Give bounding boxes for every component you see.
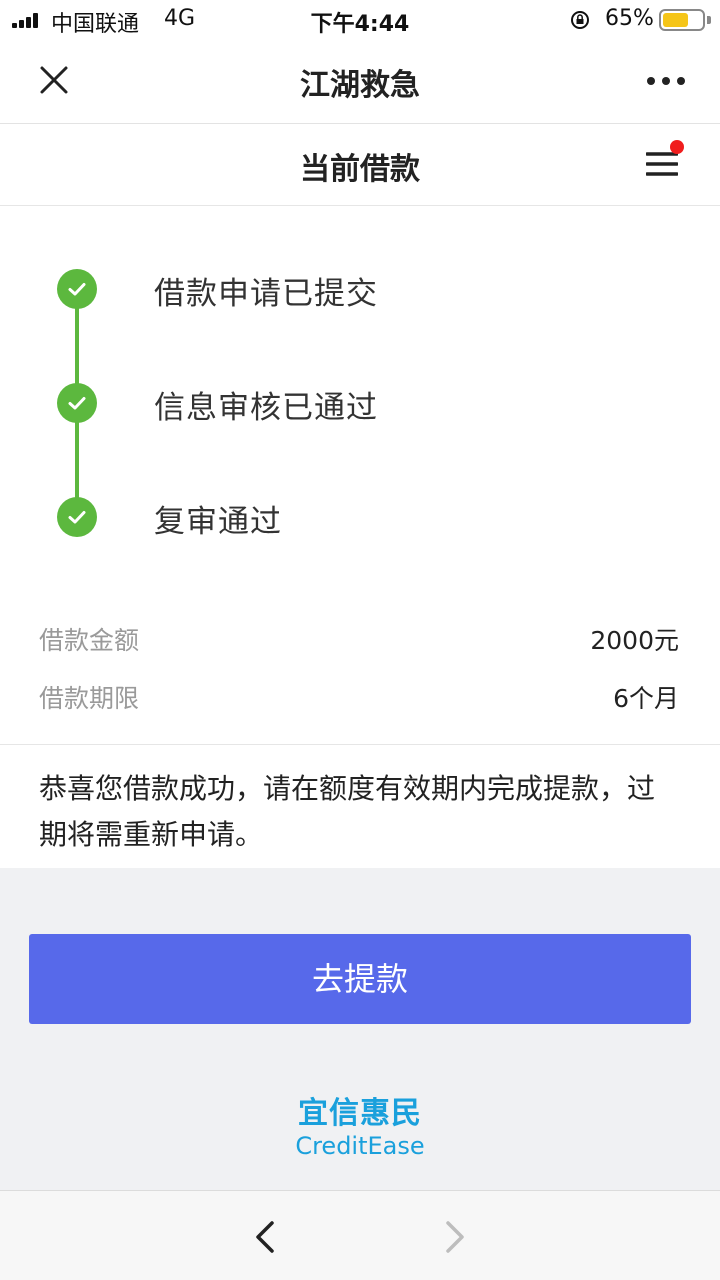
step-submitted: 借款申请已提交	[0, 264, 720, 314]
back-arrow-icon[interactable]	[250, 1217, 280, 1257]
check-circle-icon	[57, 269, 97, 309]
battery-tip	[707, 16, 711, 24]
check-circle-icon	[57, 383, 97, 423]
step-reviewed: 信息审核已通过	[0, 378, 720, 428]
battery-icon	[659, 9, 705, 31]
browser-toolbar	[0, 1190, 720, 1280]
more-options-icon[interactable]	[646, 76, 686, 86]
loan-term-label: 借款期限	[39, 684, 140, 713]
check-circle-icon	[57, 497, 97, 537]
forward-arrow-icon[interactable]	[440, 1217, 470, 1257]
battery-percent: 65%	[605, 6, 654, 31]
withdraw-button[interactable]: 去提款	[29, 934, 691, 1024]
step-label: 复审通过	[154, 504, 282, 540]
loan-amount-label: 借款金额	[39, 626, 140, 655]
success-message: 恭喜您借款成功，请在额度有效期内完成提款，过期将需重新申请。	[39, 772, 656, 851]
loan-amount-value: 2000元	[590, 626, 679, 655]
rotation-lock-icon	[571, 11, 589, 29]
step-label: 借款申请已提交	[154, 276, 378, 312]
menu-icon[interactable]	[646, 150, 678, 178]
step-re-reviewed: 复审通过	[0, 492, 720, 542]
notification-dot	[670, 140, 684, 154]
brand-name-en: CreditEase	[295, 1132, 425, 1160]
divider	[0, 744, 720, 745]
page-header: 当前借款	[0, 124, 720, 206]
brand-name-cn: 宜信惠民	[298, 1096, 422, 1131]
battery-level	[663, 13, 688, 27]
nav-title: 江湖救急	[300, 68, 420, 103]
loan-term-value: 6个月	[613, 684, 679, 713]
creditease-logo: 宜信惠民 CreditEase	[0, 1096, 720, 1160]
page-title: 当前借款	[300, 152, 420, 187]
loan-term-row: 借款期限 6个月	[0, 679, 720, 719]
loan-amount-row: 借款金额 2000元	[0, 621, 720, 661]
status-bar: 中国联通 4G 下午4:44 65%	[0, 0, 720, 40]
step-label: 信息审核已通过	[154, 390, 378, 426]
navbar: 江湖救急	[0, 40, 720, 124]
